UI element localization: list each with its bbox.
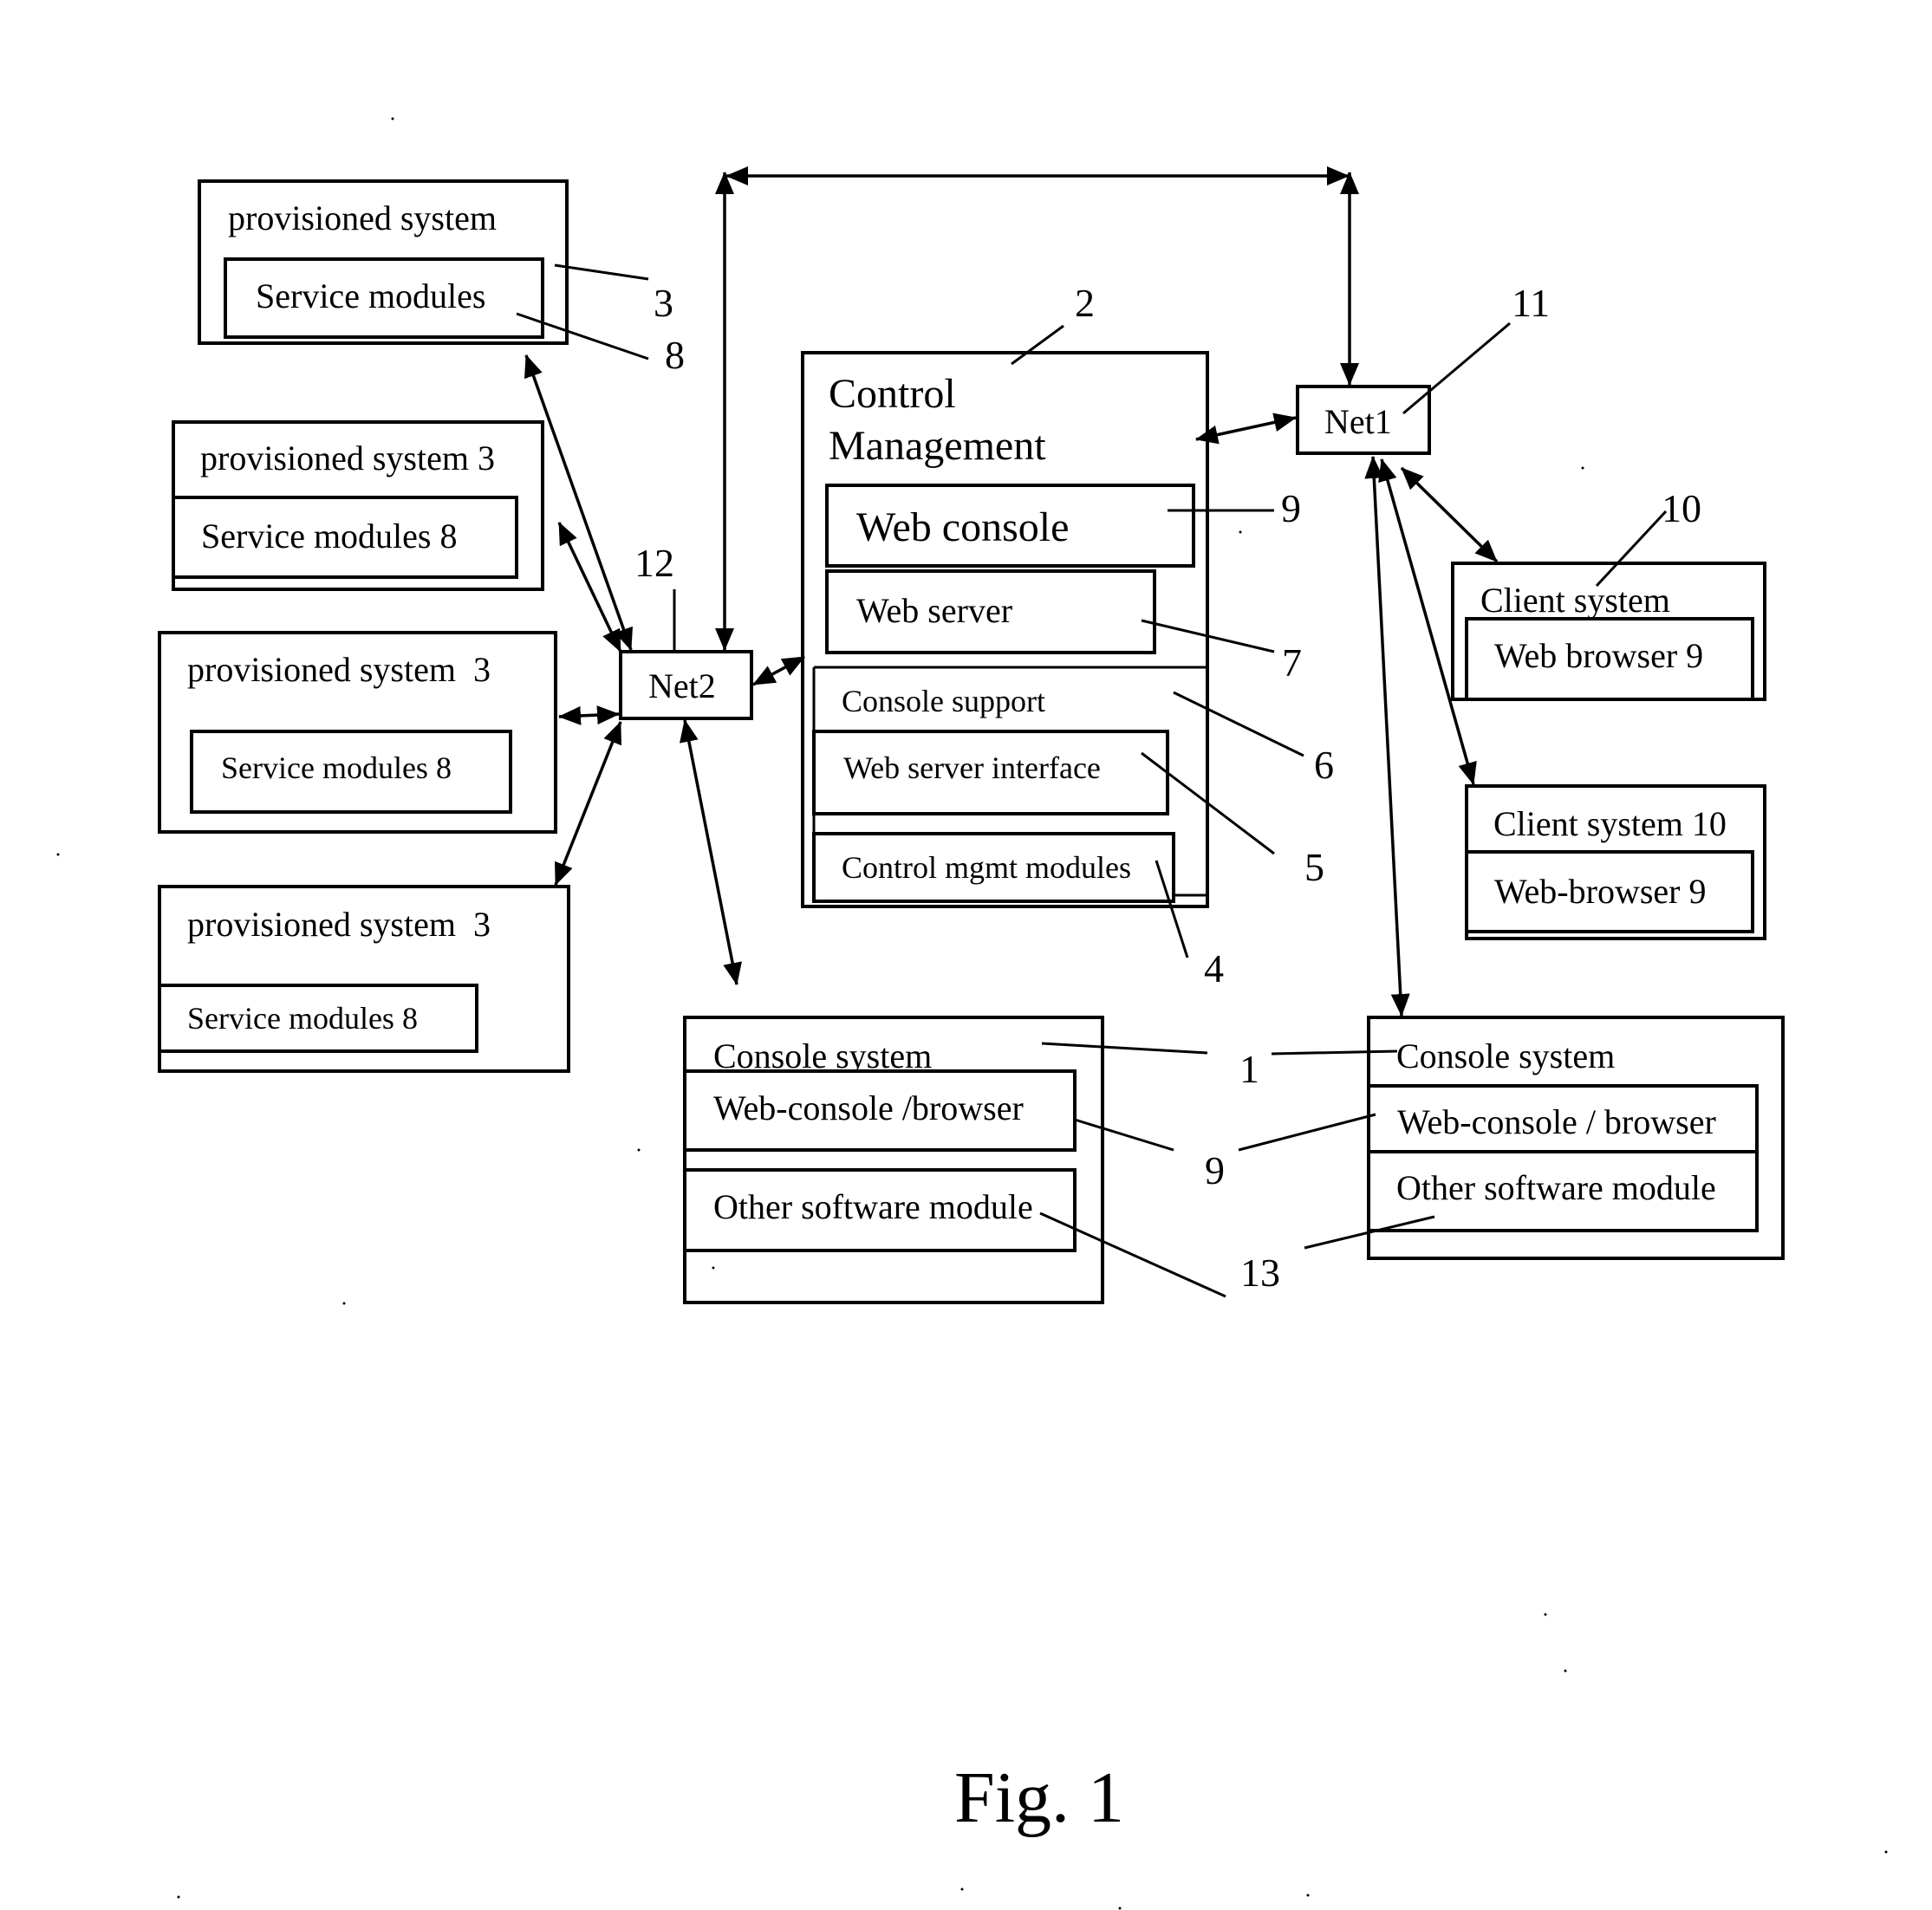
provisioned-system-4: provisioned system 3 Service modules 8	[158, 885, 570, 1073]
provisioned-system-1: provisioned system Service modules	[198, 179, 569, 345]
console-system-left: Console system Web-console /browser Othe…	[683, 1016, 1104, 1304]
speck	[712, 1266, 715, 1270]
net2-label: Net2	[648, 666, 716, 705]
leader-9-console-right	[1238, 1113, 1376, 1152]
web-console-browser-left-label: Web-console /browser	[713, 1088, 1024, 1127]
web-server-interface-label: Web server interface	[843, 750, 1101, 785]
numeral-10: 10	[1662, 486, 1701, 530]
arrow-net2-provisioned-3	[558, 705, 620, 725]
speck	[56, 853, 60, 856]
console-system-right-title: Console system	[1396, 1036, 1615, 1075]
web-console-browser-right-label: Web-console / browser	[1397, 1102, 1716, 1141]
numeral-5: 5	[1304, 845, 1324, 889]
numeral-12: 12	[634, 541, 674, 585]
speck	[1581, 466, 1584, 470]
web-console-label: Web console	[856, 504, 1069, 550]
figure-caption: Fig. 1	[954, 1757, 1124, 1838]
numeral-2: 2	[1075, 281, 1095, 325]
numeral-11: 11	[1512, 281, 1550, 325]
provisioned-system-2-title: provisioned system 3	[200, 439, 495, 478]
speck	[1884, 1850, 1888, 1854]
provisioned-system-1-title: provisioned system	[228, 198, 497, 237]
control-management: Control Management Web console Web serve…	[801, 351, 1209, 908]
service-modules-1-label: Service modules	[256, 276, 486, 315]
client-system-1: Client system Web browser 9	[1451, 562, 1766, 701]
numeral-7: 7	[1282, 640, 1302, 685]
system-architecture-diagram: provisioned system Service modules provi…	[56, 117, 1888, 1910]
net1-node: Net1	[1296, 385, 1431, 455]
console-system-right: Console system Web-console / browser Oth…	[1367, 1016, 1785, 1260]
numeral-8: 8	[665, 333, 685, 377]
speck	[960, 1887, 964, 1891]
control-management-title-line1: Control	[829, 371, 956, 417]
web-server-label: Web server	[856, 591, 1012, 630]
speck	[1564, 1669, 1567, 1673]
numeral-13: 13	[1240, 1251, 1280, 1295]
numeral-4: 4	[1204, 946, 1224, 991]
client-system-2-title: Client system 10	[1493, 804, 1727, 843]
speck	[1118, 1907, 1122, 1910]
arrow-net2-provisioned-4	[554, 721, 622, 886]
speck	[1239, 530, 1242, 534]
console-support-label: Console support	[842, 684, 1045, 718]
numeral-1: 1	[1239, 1047, 1259, 1091]
other-software-left-label: Other software module	[713, 1187, 1033, 1226]
service-modules-3-label: Service modules 8	[221, 750, 452, 785]
numeral-3: 3	[654, 281, 673, 325]
numeral-9-web-console: 9	[1281, 486, 1301, 530]
numeral-6: 6	[1314, 743, 1334, 787]
numeral-9-consoles: 9	[1205, 1148, 1225, 1192]
web-browser-2-label: Web-browser 9	[1494, 872, 1706, 911]
net2-node: Net2	[619, 650, 753, 720]
service-modules-2-label: Service modules 8	[201, 516, 458, 555]
client-system-1-title: Client system	[1480, 581, 1670, 620]
arrow-net2-console-left	[680, 719, 742, 985]
speck	[637, 1148, 641, 1152]
speck	[391, 117, 394, 120]
leader-3	[554, 263, 649, 281]
provisioned-system-4-title: provisioned system 3	[187, 905, 491, 944]
speck	[1544, 1613, 1547, 1616]
speck	[177, 1895, 180, 1899]
leader-11	[1402, 322, 1511, 415]
arrow-net1-control-management	[1195, 413, 1297, 445]
arrow-net2-provisioned-2	[557, 522, 622, 653]
arrow-net1-console-right	[1364, 456, 1410, 1017]
provisioned-system-3: provisioned system 3 Service modules 8	[158, 631, 557, 834]
provisioned-system-3-title: provisioned system 3	[187, 650, 491, 689]
provisioned-system-2: provisioned system 3 Service modules 8	[172, 420, 544, 591]
web-browser-1-label: Web browser 9	[1494, 636, 1703, 675]
client-system-2: Client system 10 Web-browser 9	[1465, 784, 1766, 940]
control-mgmt-modules-label: Control mgmt modules	[842, 850, 1131, 885]
net1-label: Net1	[1324, 402, 1392, 441]
other-software-right-label: Other software module	[1396, 1168, 1716, 1207]
control-management-title-line2: Management	[829, 423, 1046, 469]
speck	[1306, 1894, 1310, 1897]
speck	[342, 1302, 346, 1305]
arrow-net2-control-management	[752, 655, 805, 686]
arrow-net1-client-1	[1400, 466, 1499, 563]
service-modules-4-label: Service modules 8	[187, 1001, 418, 1036]
